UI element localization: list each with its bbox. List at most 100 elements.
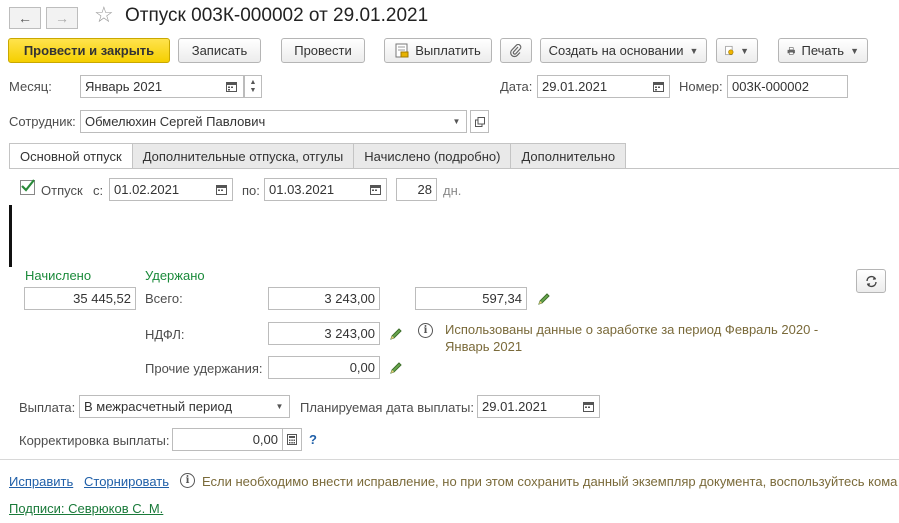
signatures-link[interactable]: Подписи: Севрюков С. М.	[9, 501, 163, 516]
pay-button[interactable]: Выплатить	[384, 38, 492, 63]
vacation-checkbox[interactable]	[20, 179, 35, 195]
refresh-icon	[865, 275, 877, 287]
calendar-icon	[652, 82, 664, 92]
refresh-button[interactable]	[856, 269, 886, 293]
date-calendar-button[interactable]	[647, 75, 670, 98]
write-label: Записать	[191, 43, 248, 58]
to-date-value: 01.03.2021	[269, 182, 335, 197]
pencil-icon[interactable]	[537, 292, 551, 306]
month-calendar-button[interactable]	[220, 75, 244, 98]
pencil-icon[interactable]	[389, 327, 403, 341]
paperclip-icon	[510, 43, 522, 57]
to-calendar-button[interactable]	[364, 178, 387, 201]
correction-label: Корректировка выплаты:	[19, 433, 170, 448]
employee-value: Обмелюхин Сергей Павлович	[85, 114, 266, 129]
ndfl-field[interactable]: 3 243,00	[268, 322, 380, 345]
correction-calc-button[interactable]	[283, 428, 302, 451]
tab-label: Начислено (подробно)	[364, 148, 501, 164]
earnings-info-line-2: Январь 2021	[445, 339, 523, 354]
month-spin-button[interactable]: ▲ ▼	[244, 75, 262, 98]
post-and-close-label: Провести и закрыть	[23, 43, 155, 58]
to-label: по:	[242, 183, 260, 198]
footer-divider	[0, 459, 899, 460]
planned-date-calendar-button[interactable]	[577, 395, 600, 418]
back-button[interactable]: ←	[9, 7, 41, 29]
document-pay-icon	[395, 43, 409, 58]
tab-additional-vacations[interactable]: Дополнительные отпуска, отгулы	[131, 143, 355, 168]
tab-label: Дополнительно	[521, 148, 616, 164]
days-field[interactable]: 28	[396, 178, 437, 201]
create-based-on-button[interactable]: Создать на основании ▼	[540, 38, 707, 63]
number-value: 003К-000002	[732, 79, 809, 94]
tab-label: Основной отпуск	[20, 149, 122, 164]
pay-label: Выплатить	[415, 43, 481, 58]
panel-divider	[9, 205, 12, 267]
accrued-value: 35 445,52	[73, 291, 131, 306]
chevron-down-icon: ▼	[850, 45, 859, 56]
checkmark-icon	[21, 179, 35, 192]
number-field[interactable]: 003К-000002	[727, 75, 848, 98]
calendar-icon	[582, 402, 594, 412]
reports-button[interactable]: ▼	[716, 38, 758, 63]
help-icon[interactable]: ?	[309, 432, 317, 447]
tab-label: Дополнительные отпуска, отгулы	[142, 148, 344, 164]
number-label: Номер:	[679, 79, 723, 94]
total-value: 3 243,00	[324, 291, 375, 306]
write-button[interactable]: Записать	[178, 38, 261, 63]
planned-date-label: Планируемая дата выплаты:	[300, 400, 474, 415]
earnings-info-line-1: Использованы данные о заработке за перио…	[445, 322, 819, 337]
post-and-close-button[interactable]: Провести и закрыть	[8, 38, 170, 63]
calendar-icon	[226, 82, 237, 92]
correction-value: 0,00	[252, 432, 278, 447]
employee-field[interactable]: Обмелюхин Сергей Павлович	[80, 110, 467, 133]
favorite-star-icon[interactable]: ☆	[94, 2, 114, 28]
chevron-down-icon: ▼	[740, 45, 749, 56]
days-value: 28	[417, 182, 432, 197]
calendar-icon	[369, 185, 381, 195]
from-label: с:	[93, 183, 104, 198]
other-withholdings-field[interactable]: 0,00	[268, 356, 380, 379]
payment-value: В межрасчетный период	[84, 399, 233, 414]
payment-dropdown-button[interactable]: ▼	[270, 395, 290, 418]
report-icon	[725, 45, 734, 56]
employee-dropdown-button[interactable]: ▼	[447, 110, 467, 133]
print-label: Печать	[801, 43, 845, 58]
fix-link[interactable]: Исправить	[9, 474, 73, 489]
other-withholdings-value: 0,00	[349, 360, 375, 375]
days-unit-label: дн.	[443, 183, 462, 198]
tab-main-vacation[interactable]: Основной отпуск	[9, 143, 133, 169]
pencil-icon[interactable]	[389, 361, 403, 375]
forward-button[interactable]: →	[46, 7, 78, 29]
ndfl-value: 3 243,00	[324, 326, 375, 341]
arrow-right-icon: →	[55, 10, 69, 26]
total-field[interactable]: 3 243,00	[268, 287, 380, 310]
employee-label: Сотрудник:	[9, 114, 76, 129]
employee-open-button[interactable]	[470, 110, 489, 133]
reverse-link[interactable]: Сторнировать	[84, 474, 169, 489]
post-label: Провести	[294, 43, 352, 58]
accrued-field[interactable]: 35 445,52	[24, 287, 136, 310]
attach-button[interactable]	[500, 38, 532, 63]
other-withholdings-label: Прочие удержания:	[145, 361, 263, 376]
open-window-icon	[474, 116, 485, 127]
payment-select[interactable]: В межрасчетный период	[79, 395, 290, 418]
tab-accrued-detailed[interactable]: Начислено (подробно)	[353, 143, 512, 168]
chevron-down-icon: ▼	[689, 45, 699, 56]
payment-label: Выплата:	[19, 400, 76, 415]
info-icon: i	[418, 323, 433, 338]
chevron-down-icon: ▼	[452, 117, 461, 126]
arrow-left-icon: ←	[18, 10, 32, 26]
spin-down-icon: ▼	[249, 86, 257, 94]
tab-additional[interactable]: Дополнительно	[510, 143, 627, 168]
correction-note: Если необходимо внести исправление, но п…	[202, 474, 898, 489]
payable-field[interactable]: 597,34	[415, 287, 527, 310]
post-button[interactable]: Провести	[281, 38, 365, 63]
total-label: Всего:	[145, 291, 183, 306]
print-button[interactable]: Печать ▼	[778, 38, 868, 63]
correction-field[interactable]: 0,00	[172, 428, 283, 451]
from-calendar-button[interactable]	[210, 178, 233, 201]
month-label: Месяц:	[9, 79, 52, 94]
from-date-value: 01.02.2021	[114, 182, 180, 197]
planned-date-value: 29.01.2021	[482, 399, 548, 414]
info-icon: i	[180, 473, 195, 488]
